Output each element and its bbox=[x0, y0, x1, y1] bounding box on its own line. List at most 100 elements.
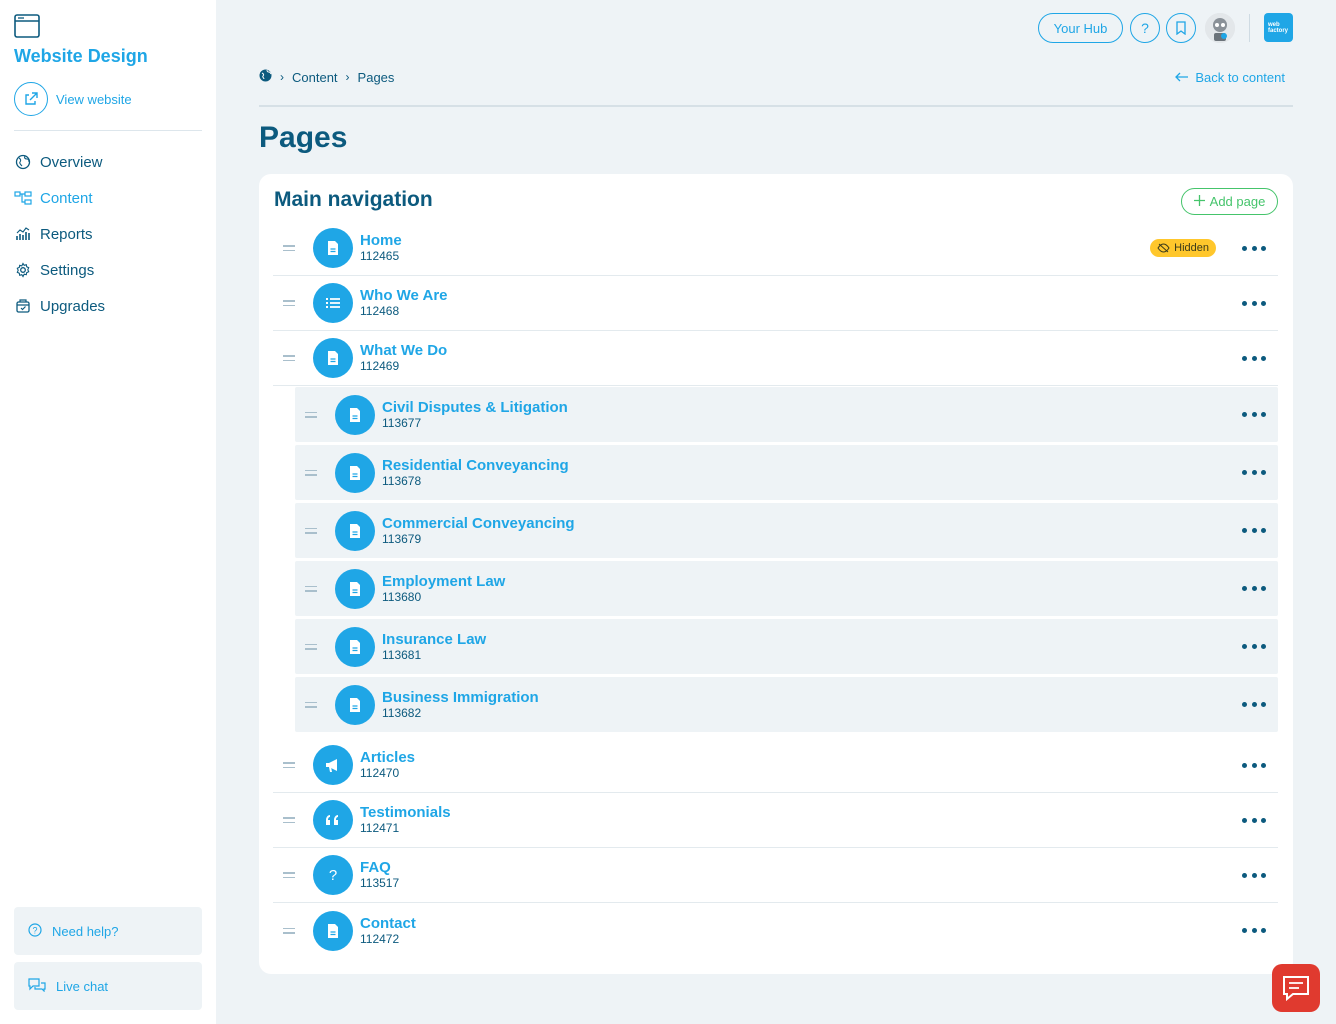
more-options-icon[interactable] bbox=[1242, 757, 1266, 773]
page-name[interactable]: Business Immigration bbox=[382, 689, 539, 706]
page-row[interactable]: Business Immigration 113682 bbox=[295, 677, 1278, 732]
page-row[interactable]: Commercial Conveyancing 113679 bbox=[295, 503, 1278, 558]
help-button[interactable]: ? bbox=[1130, 13, 1160, 43]
bookmark-button[interactable] bbox=[1166, 13, 1196, 43]
document-icon[interactable] bbox=[313, 338, 353, 378]
list-icon[interactable] bbox=[313, 283, 353, 323]
page-name[interactable]: Insurance Law bbox=[382, 631, 486, 648]
megaphone-icon[interactable] bbox=[313, 745, 353, 785]
page-name[interactable]: Residential Conveyancing bbox=[382, 457, 569, 474]
sidebar-item-label: Reports bbox=[40, 225, 93, 243]
page-row[interactable]: Home 112465 Hidden bbox=[273, 221, 1278, 276]
drag-handle-icon[interactable] bbox=[273, 755, 305, 775]
page-name[interactable]: Who We Are bbox=[360, 287, 448, 304]
page-row[interactable]: Insurance Law 113681 bbox=[295, 619, 1278, 674]
document-icon[interactable] bbox=[335, 452, 375, 493]
document-icon[interactable] bbox=[313, 910, 353, 951]
question-icon[interactable]: ? bbox=[313, 855, 353, 895]
breadcrumb-content[interactable]: Content bbox=[292, 70, 338, 85]
page-row[interactable]: Employment Law 113680 bbox=[295, 561, 1278, 616]
page-name[interactable]: Home bbox=[360, 232, 402, 249]
quote-icon[interactable] bbox=[313, 800, 353, 840]
drag-handle-icon[interactable] bbox=[295, 463, 327, 483]
sidebar-item-upgrades[interactable]: Upgrades bbox=[14, 294, 105, 318]
more-options-icon[interactable] bbox=[1242, 295, 1266, 311]
page-name[interactable]: Civil Disputes & Litigation bbox=[382, 399, 568, 416]
globe-icon bbox=[14, 153, 32, 171]
drag-handle-icon[interactable] bbox=[273, 921, 305, 941]
drag-handle-icon[interactable] bbox=[295, 521, 327, 541]
your-hub-button[interactable]: Your Hub bbox=[1038, 13, 1123, 43]
page-name[interactable]: Testimonials bbox=[360, 804, 451, 821]
more-options-icon[interactable] bbox=[1242, 812, 1266, 828]
page-name[interactable]: Employment Law bbox=[382, 573, 505, 590]
need-help-button[interactable]: ? Need help? bbox=[14, 907, 202, 955]
page-row[interactable]: Contact 112472 bbox=[273, 903, 1278, 958]
page-row[interactable]: Articles 112470 bbox=[273, 738, 1278, 793]
globe-icon[interactable] bbox=[259, 69, 272, 85]
more-options-icon[interactable] bbox=[1242, 465, 1266, 481]
sidebar-item-label: Upgrades bbox=[40, 297, 106, 315]
sidebar-item-overview[interactable]: Overview bbox=[14, 150, 105, 174]
drag-handle-icon[interactable] bbox=[273, 238, 305, 258]
document-icon[interactable] bbox=[335, 394, 375, 435]
document-icon[interactable] bbox=[335, 510, 375, 551]
more-options-icon[interactable] bbox=[1242, 523, 1266, 539]
page-row[interactable]: Who We Are 112468 bbox=[273, 276, 1278, 331]
more-options-icon[interactable] bbox=[1242, 350, 1266, 366]
more-options-icon[interactable] bbox=[1242, 407, 1266, 423]
drag-handle-icon[interactable] bbox=[295, 405, 327, 425]
page-row[interactable]: What We Do 112469 bbox=[273, 331, 1278, 386]
sidebar-item-reports[interactable]: Reports bbox=[14, 222, 105, 246]
document-icon[interactable] bbox=[335, 684, 375, 725]
more-options-icon[interactable] bbox=[1242, 923, 1266, 939]
drag-handle-icon[interactable] bbox=[295, 579, 327, 599]
drag-handle-icon[interactable] bbox=[295, 637, 327, 657]
more-options-icon[interactable] bbox=[1242, 867, 1266, 883]
more-options-icon[interactable] bbox=[1242, 697, 1266, 713]
document-icon[interactable] bbox=[335, 568, 375, 609]
page-id: 113677 bbox=[382, 415, 422, 430]
document-icon[interactable] bbox=[313, 228, 353, 268]
hidden-badge: Hidden bbox=[1150, 239, 1216, 257]
page-row[interactable]: Residential Conveyancing 113678 bbox=[295, 445, 1278, 500]
avatar[interactable] bbox=[1205, 13, 1235, 43]
more-options-icon[interactable] bbox=[1242, 581, 1266, 597]
page-name[interactable]: Commercial Conveyancing bbox=[382, 515, 575, 532]
drag-handle-icon[interactable] bbox=[273, 348, 305, 368]
drag-handle-icon[interactable] bbox=[273, 293, 305, 313]
page-name[interactable]: Contact bbox=[360, 915, 416, 932]
page-text: FAQ 113517 bbox=[360, 859, 399, 891]
drag-handle-icon[interactable] bbox=[295, 695, 327, 715]
drag-handle-icon[interactable] bbox=[273, 865, 305, 885]
sidebar-item-label: Settings bbox=[40, 261, 95, 279]
page-id: 113682 bbox=[382, 705, 422, 720]
back-to-content-link[interactable]: Back to content bbox=[1175, 70, 1285, 85]
robot-avatar-icon bbox=[1205, 13, 1235, 43]
topbar-divider bbox=[1249, 14, 1250, 42]
add-page-button[interactable]: Add page bbox=[1181, 188, 1278, 215]
page-id: 113678 bbox=[382, 473, 422, 488]
drag-handle-icon[interactable] bbox=[273, 810, 305, 830]
sidebar-nav: Overview Content Reports Settings Upgrad… bbox=[14, 150, 105, 330]
page-name[interactable]: Articles bbox=[360, 749, 415, 766]
page-row[interactable]: Testimonials 112471 bbox=[273, 793, 1278, 848]
box-icon bbox=[14, 297, 32, 315]
page-id: 113680 bbox=[382, 589, 422, 604]
page-text: Articles 112470 bbox=[360, 749, 415, 781]
page-name[interactable]: FAQ bbox=[360, 859, 399, 876]
page-name[interactable]: What We Do bbox=[360, 342, 447, 359]
chat-widget-button[interactable] bbox=[1272, 964, 1320, 1012]
sidebar-item-settings[interactable]: Settings bbox=[14, 258, 105, 282]
view-website-link[interactable]: View website bbox=[14, 82, 132, 116]
document-icon[interactable] bbox=[335, 626, 375, 667]
svg-text:?: ? bbox=[32, 925, 37, 935]
page-row[interactable]: ? FAQ 113517 bbox=[273, 848, 1278, 903]
page-row[interactable]: Civil Disputes & Litigation 113677 bbox=[295, 387, 1278, 442]
sidebar-item-content[interactable]: Content bbox=[14, 186, 105, 210]
more-options-icon[interactable] bbox=[1242, 240, 1266, 256]
breadcrumb: › Content › Pages bbox=[259, 69, 394, 85]
need-help-label: Need help? bbox=[52, 923, 119, 939]
more-options-icon[interactable] bbox=[1242, 639, 1266, 655]
live-chat-button[interactable]: Live chat bbox=[14, 962, 202, 1010]
